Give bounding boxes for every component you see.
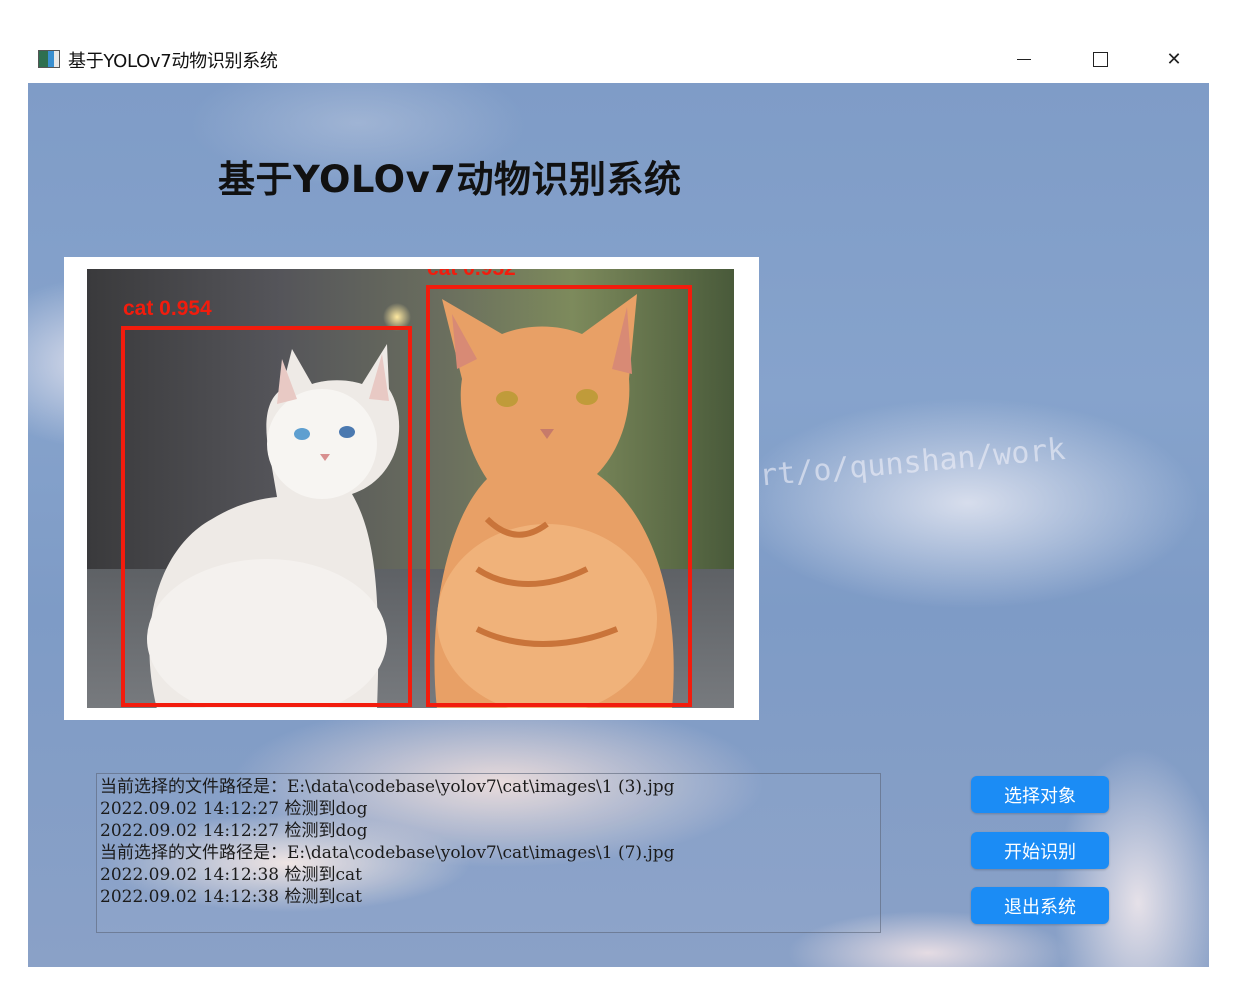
select-object-button[interactable]: 选择对象: [971, 776, 1109, 813]
log-line: 2022.09.02 14:12:27 检测到dog: [100, 821, 368, 841]
page-title: 基于YOLOv7动物识别系统: [218, 158, 682, 201]
maximize-icon: [1092, 51, 1108, 67]
log-line: 2022.09.02 14:12:38 检测到cat: [100, 887, 362, 907]
detection-box-2: [426, 285, 692, 707]
log-output[interactable]: 当前选择的文件路径是：E:\data\codebase\yolov7\cat\i…: [96, 773, 881, 933]
maximize-button[interactable]: [1080, 44, 1120, 74]
log-line: 2022.09.02 14:12:27 检测到dog: [100, 799, 368, 819]
start-recognition-button[interactable]: 开始识别: [971, 832, 1109, 869]
main-canvas: 基于YOLOv7动物识别系统 6pen.art/o/qunshan/work c…: [28, 83, 1209, 967]
minimize-icon: [1017, 58, 1031, 60]
app-window: 基于YOLOv7动物识别系统 ✕ 基于YOLOv7动物识别系统 6pen.art…: [0, 0, 1237, 1004]
log-line: 2022.09.02 14:12:38 检测到cat: [100, 865, 362, 885]
image-display: cat 0.954 cat 0.952: [64, 257, 759, 720]
minimize-button[interactable]: [1004, 44, 1044, 74]
detection-photo: cat 0.954 cat 0.952: [87, 269, 734, 708]
log-line: 当前选择的文件路径是：E:\data\codebase\yolov7\cat\i…: [100, 843, 675, 863]
detection-label-1: cat 0.954: [123, 297, 212, 320]
log-line: 当前选择的文件路径是：E:\data\codebase\yolov7\cat\i…: [100, 777, 675, 797]
detection-label-2: cat 0.952: [427, 269, 516, 281]
detection-box-1: [121, 326, 412, 707]
exit-system-button[interactable]: 退出系统: [971, 887, 1109, 924]
close-icon: ✕: [1166, 48, 1182, 70]
title-bar[interactable]: 基于YOLOv7动物识别系统 ✕: [28, 36, 1209, 83]
close-button[interactable]: ✕: [1154, 44, 1194, 74]
app-window-icon: [38, 50, 60, 68]
window-title: 基于YOLOv7动物识别系统: [68, 51, 278, 72]
